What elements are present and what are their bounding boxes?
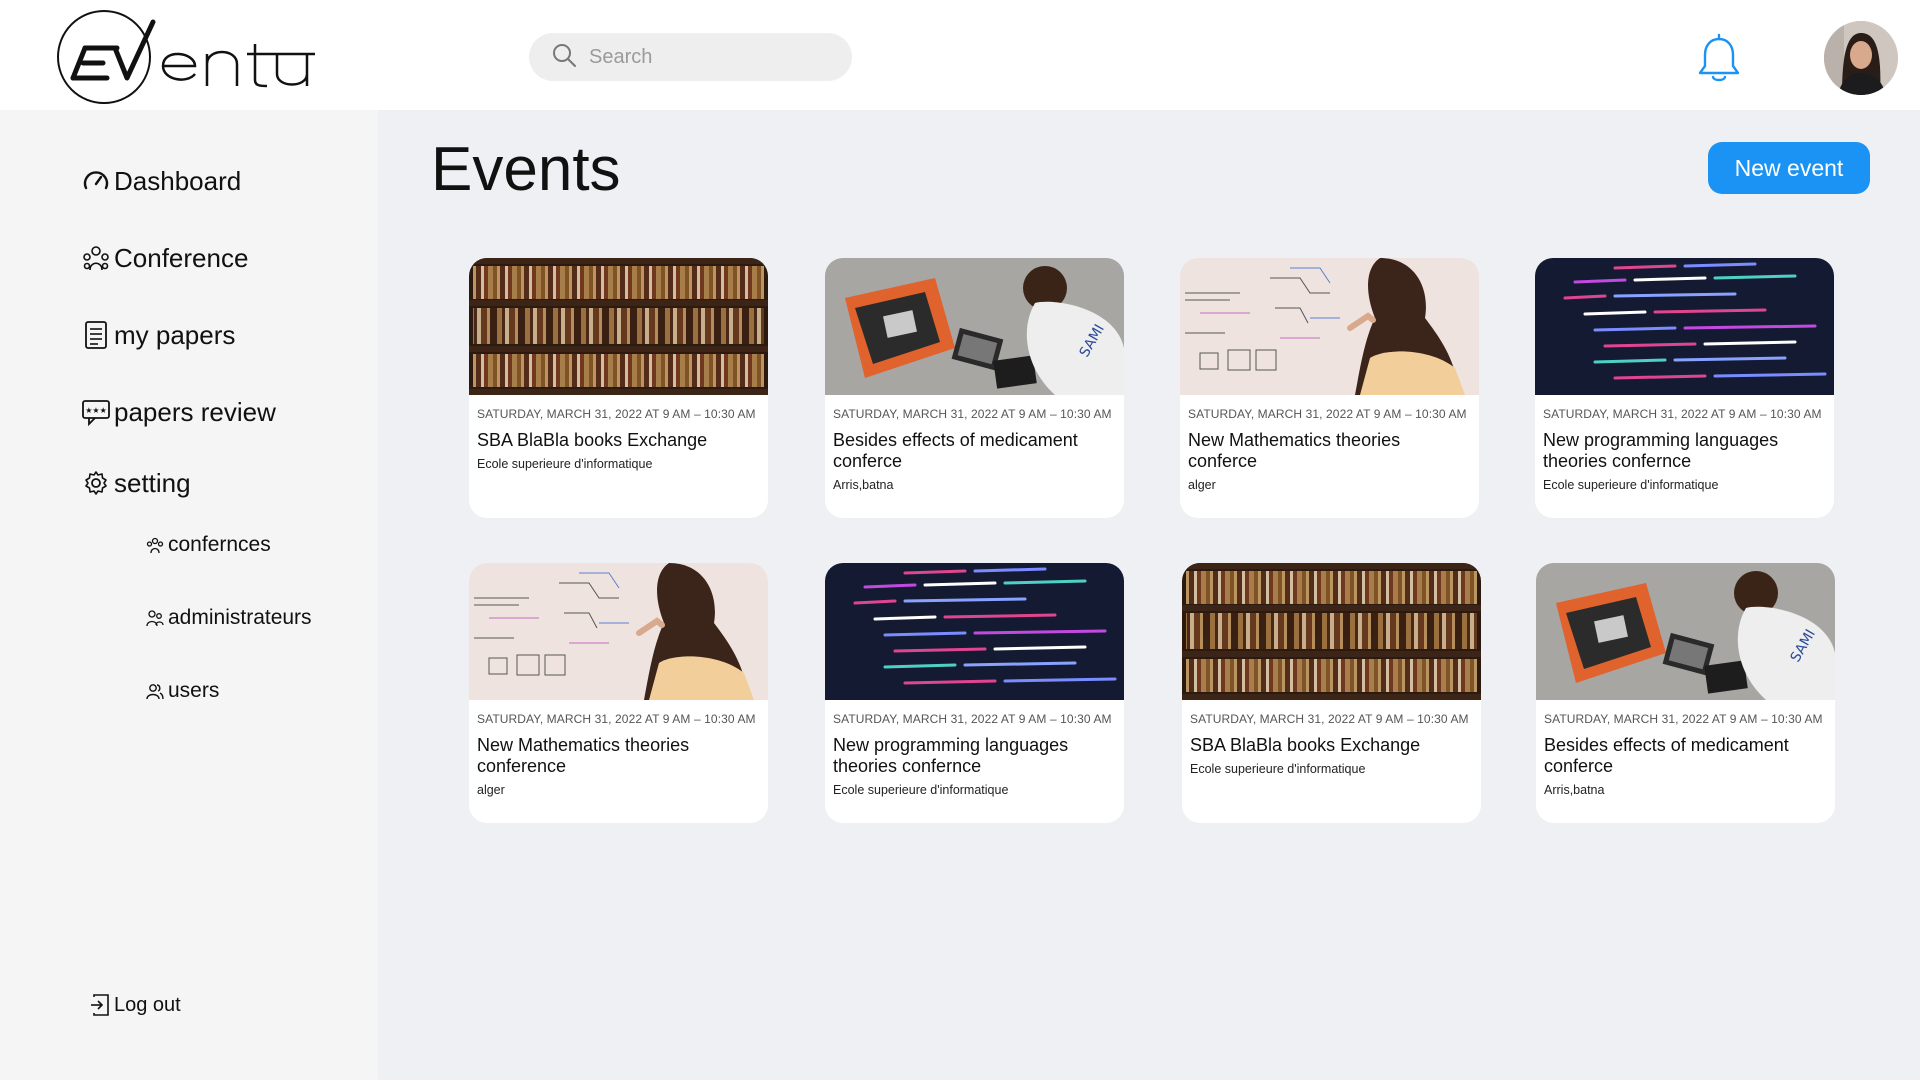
event-location: Ecole superieure d'informatique [1543,478,1719,492]
event-title: New Mathematics theories conferce [1188,430,1401,471]
event-card[interactable]: SATURDAY, MARCH 31, 2022 AT 9 AM – 10:30… [1180,258,1479,518]
document-icon [80,319,112,351]
group-icon [80,242,112,274]
event-date: SATURDAY, MARCH 31, 2022 AT 9 AM – 10:30… [1543,407,1822,421]
logout-icon [88,993,112,1017]
sidebar-item-my-papers[interactable]: my papers [80,319,235,351]
search-icon [551,42,577,73]
event-date: SATURDAY, MARCH 31, 2022 AT 9 AM – 10:30… [833,407,1112,421]
search-bar[interactable] [529,33,852,81]
event-title: SBA BlaBla books Exchange [1190,735,1421,755]
sidebar: Dashboard Conference my papers ★★★ paper… [0,110,378,1080]
event-card[interactable]: SATURDAY, MARCH 31, 2022 AT 9 AM – 10:30… [469,258,768,518]
event-title: New Mathematics theories conference [477,735,690,776]
event-title: Besides effects of medicament conferce [833,430,1078,471]
event-title: New programming languages theories confe… [833,735,1069,776]
event-image-workbench: SAMI [825,258,1124,395]
event-image-bookshelf [1182,563,1481,700]
bell-icon[interactable] [1693,33,1745,85]
event-date: SATURDAY, MARCH 31, 2022 AT 9 AM – 10:30… [477,712,756,726]
event-card[interactable]: SAMI SATURDAY, MARCH 31, 2022 AT 9 AM – … [1536,563,1835,823]
event-card[interactable]: SATURDAY, MARCH 31, 2022 AT 9 AM – 10:30… [825,563,1124,823]
sidebar-subitem-administrateurs[interactable]: administrateurs [144,606,312,630]
event-date: SATURDAY, MARCH 31, 2022 AT 9 AM – 10:30… [1190,712,1469,726]
event-location: Arris,batna [1544,783,1605,797]
logout-label: Log out [114,993,181,1016]
event-image-code [825,563,1124,700]
logout-button[interactable]: Log out [88,993,181,1017]
event-location: alger [477,783,505,797]
event-date: SATURDAY, MARCH 31, 2022 AT 9 AM – 10:30… [477,407,756,421]
sidebar-item-papers-review[interactable]: ★★★ papers review [80,396,276,428]
event-card[interactable]: SATURDAY, MARCH 31, 2022 AT 9 AM – 10:30… [1535,258,1834,518]
gear-icon [80,467,112,499]
top-bar [0,0,1920,110]
gauge-icon [80,165,112,197]
sidebar-item-conference[interactable]: Conference [80,242,248,274]
review-icon: ★★★ [80,396,112,428]
eventu-logo[interactable] [55,8,325,106]
event-card[interactable]: SATURDAY, MARCH 31, 2022 AT 9 AM – 10:30… [469,563,768,823]
admins-icon [144,607,166,629]
event-location: Ecole superieure d'informatique [477,457,653,471]
sidebar-item-label: papers review [114,396,276,427]
sidebar-subitem-users[interactable]: users [144,679,219,703]
event-image-bookshelf [469,258,768,395]
event-image-workbench: SAMI [1536,563,1835,700]
event-image-whiteboard [1180,258,1479,395]
event-date: SATURDAY, MARCH 31, 2022 AT 9 AM – 10:30… [1544,712,1823,726]
sidebar-subitem-label: users [168,679,220,702]
sidebar-subitem-label: administrateurs [168,606,312,629]
event-card[interactable]: SAMI SATURDAY, MARCH 31, 2022 AT 9 AM – … [825,258,1124,518]
sidebar-item-label: my papers [114,319,236,350]
event-location: Ecole superieure d'informatique [833,783,1009,797]
users-icon [144,680,166,702]
group-icon [144,534,166,556]
search-input[interactable] [589,45,829,69]
sidebar-item-label: setting [114,467,191,498]
sidebar-item-label: Dashboard [114,165,242,196]
sidebar-item-label: Conference [114,242,249,273]
event-date: SATURDAY, MARCH 31, 2022 AT 9 AM – 10:30… [1188,407,1467,421]
sidebar-subitem-label: confernces [168,533,271,556]
event-image-code [1535,258,1834,395]
user-avatar[interactable] [1824,21,1898,95]
new-event-button[interactable]: New event [1708,142,1870,194]
sidebar-subitem-confernces[interactable]: confernces [144,533,271,557]
event-location: Ecole superieure d'informatique [1190,762,1366,776]
event-location: Arris,batna [833,478,894,492]
event-location: alger [1188,478,1216,492]
svg-text:★★★: ★★★ [85,406,107,415]
sidebar-item-dashboard[interactable]: Dashboard [80,165,241,197]
sidebar-item-setting[interactable]: setting [80,467,191,499]
event-date: SATURDAY, MARCH 31, 2022 AT 9 AM – 10:30… [833,712,1112,726]
event-image-whiteboard [469,563,768,700]
main-content: Events New event SATURDAY, MARCH 31, 202… [378,110,1920,1080]
event-card[interactable]: SATURDAY, MARCH 31, 2022 AT 9 AM – 10:30… [1182,563,1481,823]
event-title: New programming languages theories confe… [1543,430,1779,471]
event-title: SBA BlaBla books Exchange [477,430,708,450]
page-title: Events [431,135,621,204]
event-title: Besides effects of medicament conferce [1544,735,1789,776]
